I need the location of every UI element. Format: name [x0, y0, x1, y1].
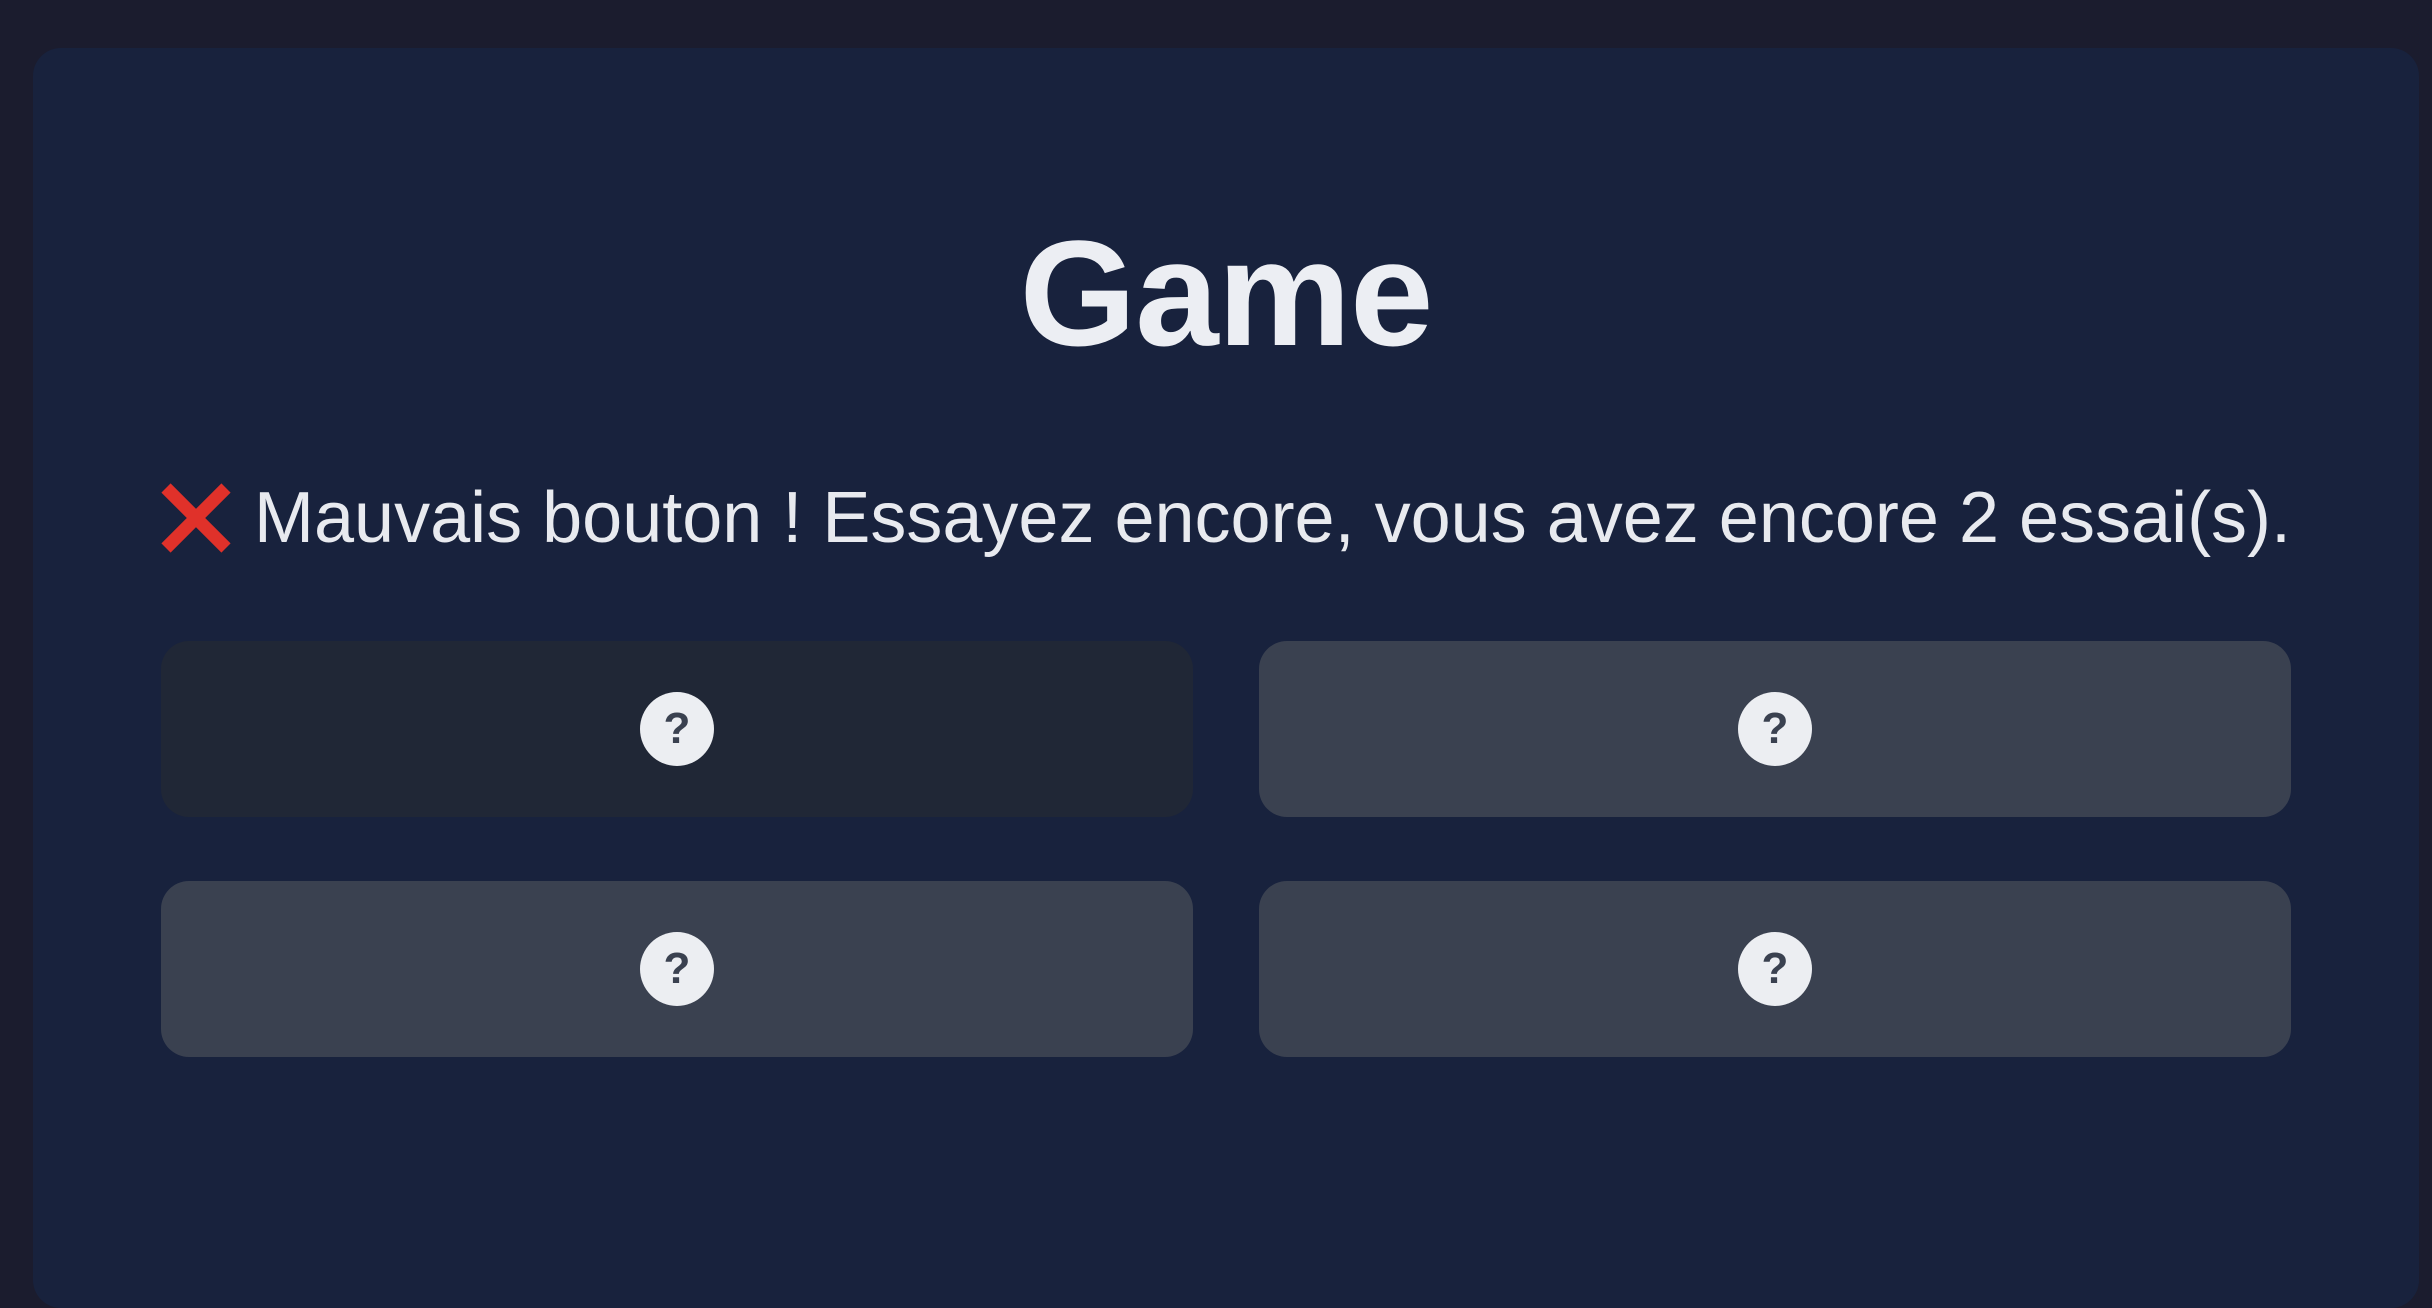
choice-button-4[interactable]: ? [1259, 881, 2291, 1057]
feedback-message: Mauvais bouton ! Essayez encore, vous av… [158, 480, 2308, 556]
cross-mark-icon [158, 480, 234, 556]
question-mark-icon: ? [640, 932, 714, 1006]
feedback-text: Mauvais bouton ! Essayez encore, vous av… [254, 478, 2292, 558]
choice-button-2[interactable]: ? [1259, 641, 2291, 817]
choice-grid: ? ? ? ? [161, 641, 2291, 1057]
page-title: Game [1019, 209, 1434, 377]
choice-button-1[interactable]: ? [161, 641, 1193, 817]
question-mark-icon: ? [640, 692, 714, 766]
question-mark-icon: ? [1738, 692, 1812, 766]
game-panel: Game Mauvais bouton ! Essayez encore, vo… [33, 48, 2419, 1308]
question-mark-icon: ? [1738, 932, 1812, 1006]
choice-button-3[interactable]: ? [161, 881, 1193, 1057]
